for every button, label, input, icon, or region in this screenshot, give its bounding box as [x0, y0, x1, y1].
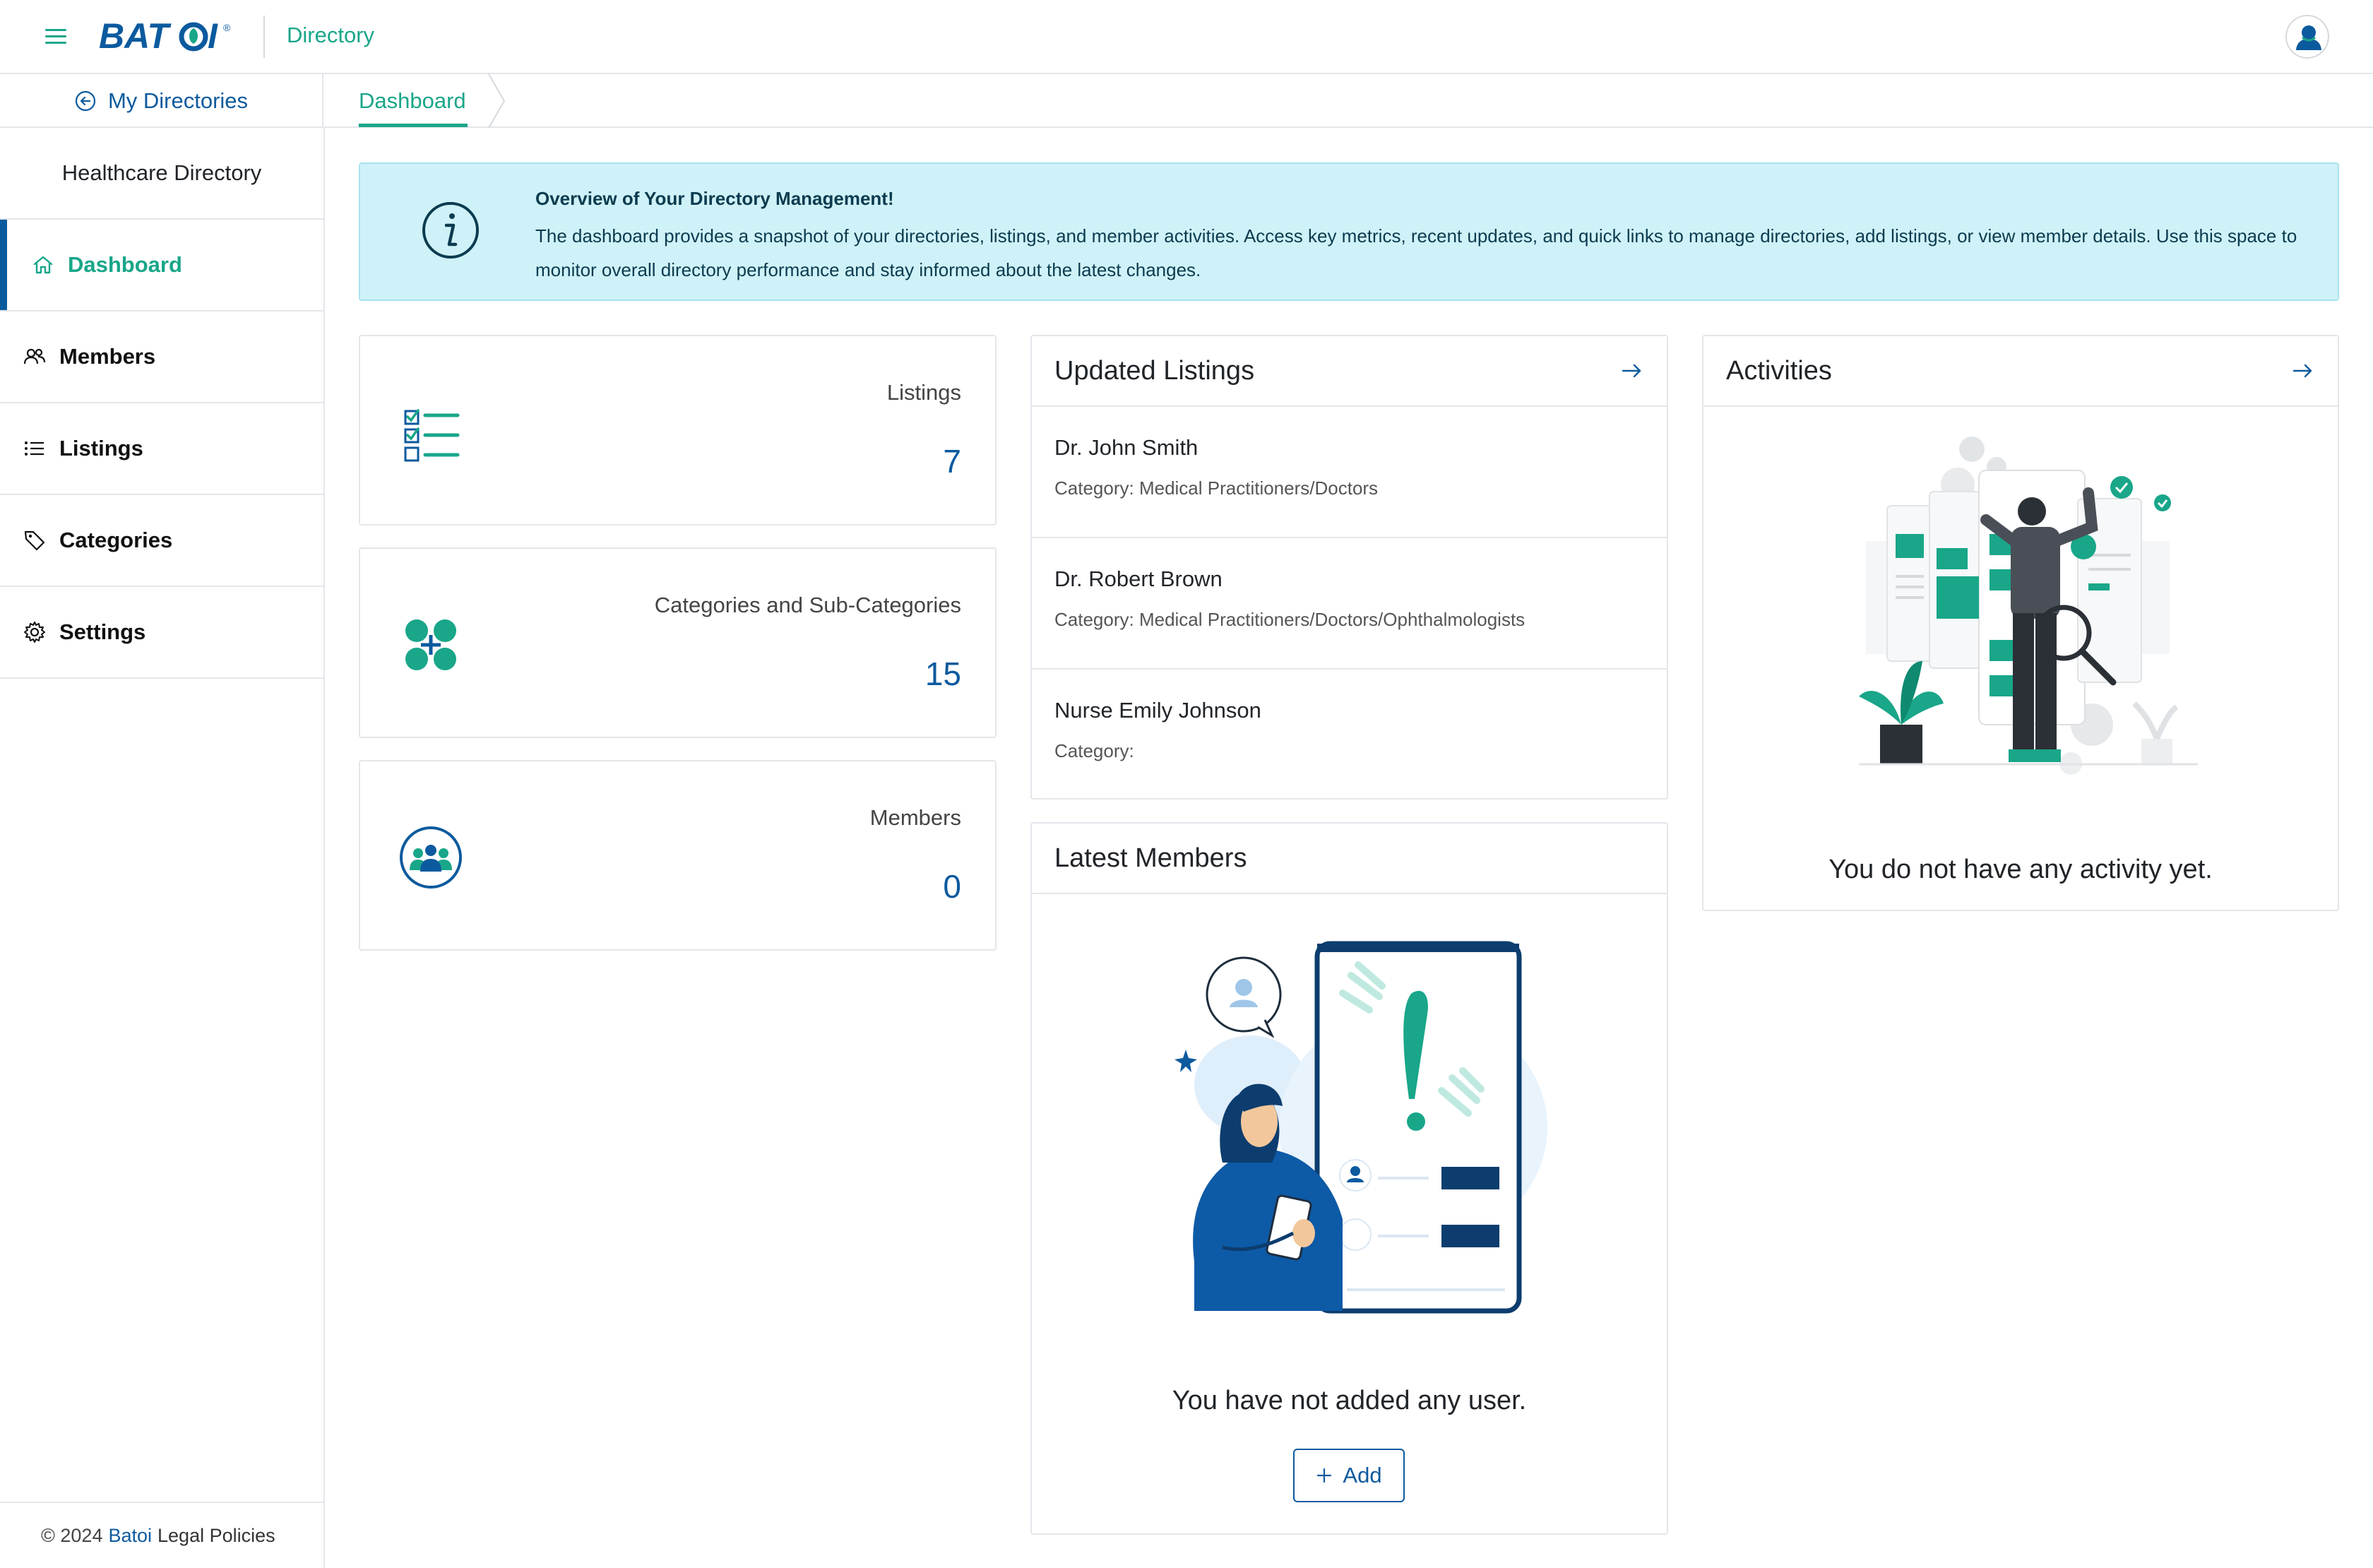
sidebar-item-label: Dashboard	[68, 252, 182, 277]
activities-panel: Activities You do not have any activity …	[1702, 335, 2339, 911]
sidebar-item-label: Settings	[59, 619, 146, 644]
stat-card-listings[interactable]: Listings 7	[359, 335, 997, 525]
panel-title: Updated Listings	[1054, 355, 1255, 386]
banner-title: Overview of Your Directory Management!	[535, 188, 894, 209]
updated-listings-panel: Updated Listings Dr. John Smith Category…	[1030, 335, 1668, 800]
sidebar-item-dashboard[interactable]: Dashboard	[0, 220, 323, 311]
activities-empty-text: You do not have any activity yet.	[1828, 855, 2213, 884]
app-title[interactable]: Directory	[287, 23, 374, 48]
stat-label: Categories and Sub-Categories	[654, 593, 961, 617]
banner-text: The dashboard provides a snapshot of you…	[535, 225, 2297, 280]
listing-name: Dr. Robert Brown	[1054, 566, 1223, 591]
stat-value: 0	[943, 868, 961, 905]
listing-category: Category:	[1054, 740, 1134, 761]
sidebar-item-categories[interactable]: Categories	[0, 495, 323, 587]
hamburger-icon[interactable]	[45, 25, 66, 47]
sidebar-item-label: Members	[59, 344, 156, 369]
activities-empty-illustration	[1859, 436, 2198, 775]
listing-category: Category: Medical Practitioners/Doctors/…	[1054, 609, 1526, 630]
sub-header: My Directories Dashboard	[0, 74, 2373, 128]
svg-text:I: I	[208, 16, 218, 56]
list-icon	[25, 441, 44, 456]
directory-name: Healthcare Directory	[0, 128, 323, 220]
my-directories-link[interactable]: My Directories	[0, 74, 323, 128]
panel-title: Activities	[1726, 355, 1832, 386]
footer-brand-link[interactable]: Batoi	[108, 1525, 152, 1547]
svg-text:®: ®	[223, 22, 231, 33]
svg-text:BAT: BAT	[99, 16, 172, 56]
stat-label: Members	[869, 805, 961, 830]
header-divider	[263, 16, 265, 58]
breadcrumb-underline	[359, 124, 468, 127]
arrow-right-icon[interactable]	[1619, 358, 1644, 384]
listing-row[interactable]: Nurse Emily Johnson Category:	[1032, 670, 1667, 801]
sidebar-item-label: Categories	[59, 528, 173, 552]
breadcrumb-dashboard[interactable]: Dashboard	[359, 74, 466, 128]
sidebar-item-listings[interactable]: Listings	[0, 403, 323, 495]
panel-header: Latest Members	[1032, 824, 1667, 894]
sidebar-item-label: Listings	[59, 436, 143, 461]
stat-card-categories[interactable]: Categories and Sub-Categories 15	[359, 547, 997, 738]
panel-header: Activities	[1703, 336, 2338, 407]
copyright-text: © 2024	[41, 1524, 103, 1546]
sidebar: Healthcare Directory Dashboard Members L…	[0, 128, 325, 1568]
gear-icon	[24, 622, 45, 643]
panel-header: Updated Listings	[1032, 336, 1667, 407]
sidebar-footer: © 2024 Batoi Legal Policies	[0, 1502, 323, 1568]
stat-label: Listings	[886, 380, 961, 405]
checklist-icon	[404, 409, 460, 462]
add-button-label: Add	[1343, 1463, 1382, 1487]
legal-policies-link[interactable]: Legal Policies	[157, 1525, 275, 1547]
back-arrow-icon	[75, 90, 96, 112]
my-directories-label: My Directories	[107, 88, 249, 113]
panel-title: Latest Members	[1054, 843, 1247, 873]
stat-value: 7	[943, 443, 961, 480]
group-icon	[400, 826, 462, 889]
members-empty-text: You have not added any user.	[1172, 1386, 1527, 1415]
batoi-logo[interactable]: BAT I ®	[99, 16, 240, 57]
info-banner: Overview of Your Directory Management! T…	[359, 162, 2339, 301]
members-empty-illustration	[1174, 941, 1547, 1314]
sidebar-item-members[interactable]: Members	[0, 311, 323, 403]
arrow-right-icon[interactable]	[2290, 358, 2315, 384]
users-icon	[23, 348, 46, 364]
home-icon	[33, 256, 53, 274]
user-avatar-icon[interactable]	[2285, 15, 2329, 59]
add-member-button[interactable]: Add	[1293, 1449, 1405, 1502]
listing-name: Dr. John Smith	[1054, 435, 1199, 460]
listing-category: Category: Medical Practitioners/Doctors	[1054, 477, 1379, 499]
categories-plus-icon	[405, 619, 456, 670]
sidebar-item-settings[interactable]: Settings	[0, 587, 323, 679]
listing-name: Nurse Emily Johnson	[1054, 698, 1261, 723]
tag-icon	[24, 530, 45, 551]
stat-card-members[interactable]: Members 0	[359, 760, 997, 951]
listing-row[interactable]: Dr. John Smith Category: Medical Practit…	[1032, 407, 1667, 538]
plus-icon	[1317, 1468, 1332, 1483]
batoi-logo-mark: BAT I ®	[99, 16, 231, 56]
listing-row[interactable]: Dr. Robert Brown Category: Medical Pract…	[1032, 538, 1667, 670]
top-header: BAT I ® Directory	[0, 0, 2373, 74]
stat-value: 15	[924, 655, 961, 692]
latest-members-panel: Latest Members You have not added any us…	[1030, 822, 1668, 1535]
breadcrumb-chevron-icon	[488, 74, 506, 128]
info-icon	[422, 202, 479, 259]
